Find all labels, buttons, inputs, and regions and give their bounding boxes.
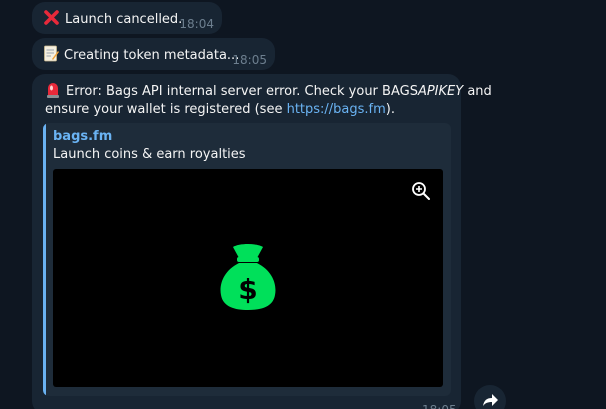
message-text: Launch cancelled. [65, 12, 183, 27]
zoom-in-icon[interactable] [411, 181, 431, 201]
chat-area: Launch cancelled. 18:04 Creating token m… [0, 0, 606, 409]
message-error[interactable]: Error: Bags API internal server error. C… [32, 74, 492, 409]
cross-mark-icon [44, 10, 59, 25]
preview-image[interactable]: $ [53, 169, 443, 387]
forward-button[interactable] [474, 385, 506, 409]
preview-site-name: bags.fm [53, 129, 113, 144]
forward-icon [483, 394, 498, 406]
preview-accent-bar [43, 123, 46, 396]
message-time: 18:04 [179, 17, 214, 31]
message-text-line1: Error: Bags API internal server error. C… [66, 84, 418, 99]
memo-icon [44, 45, 59, 62]
money-bag-icon: $ [220, 244, 276, 310]
bags-link[interactable]: https://bags.fm [287, 102, 386, 117]
message-text-italic: APIKEY [417, 84, 464, 99]
message-text-line1-end: and [463, 84, 492, 99]
message-body: Error: Bags API internal server error. C… [45, 81, 492, 119]
message-text: Creating token metadata... [64, 48, 240, 63]
message-text-line2-end: ). [385, 102, 396, 117]
preview-description: Launch coins & earn royalties [53, 147, 246, 162]
link-preview[interactable]: bags.fm Launch coins & earn royalties $ [43, 123, 451, 396]
message-time: 18:05 [422, 401, 457, 409]
message-creating-metadata[interactable]: Creating token metadata... 18:05 [32, 38, 275, 70]
svg-text:$: $ [238, 273, 257, 306]
police-light-icon [47, 83, 59, 98]
message-time: 18:05 [232, 53, 267, 67]
message-text-line2: ensure your wallet is registered (see [45, 102, 287, 117]
message-launch-cancelled[interactable]: Launch cancelled. 18:04 [32, 2, 222, 34]
